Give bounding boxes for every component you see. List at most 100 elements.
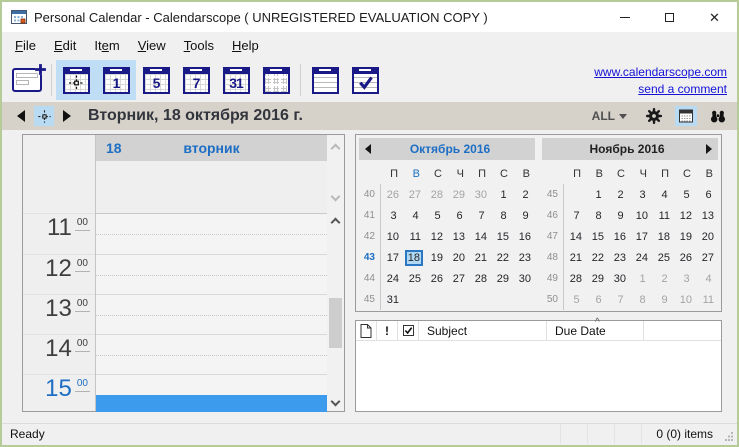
day-cell[interactable]: 29 <box>491 268 513 289</box>
day-view-button[interactable]: 1 <box>96 60 136 100</box>
year-view-button[interactable] <box>256 60 296 100</box>
day-cell[interactable]: 11 <box>652 205 674 226</box>
task-col-due-date[interactable]: ^ Due Date <box>547 321 644 340</box>
day-cell[interactable]: 26 <box>674 247 696 268</box>
next-day-button[interactable] <box>56 106 78 126</box>
day-cell[interactable]: 16 <box>513 226 535 247</box>
day-cell[interactable]: 3 <box>630 184 652 205</box>
day-cell[interactable]: 21 <box>564 247 586 268</box>
day-cell[interactable]: 28 <box>425 184 447 205</box>
scroll-up-icon[interactable] <box>331 218 341 228</box>
day-cell[interactable]: 31 <box>381 289 403 310</box>
day-cell[interactable]: 13 <box>447 226 469 247</box>
menu-view[interactable]: View <box>129 35 175 56</box>
week-view-button[interactable]: 7 <box>176 60 216 100</box>
day-cell[interactable]: 28 <box>469 268 491 289</box>
day-cell[interactable]: 24 <box>630 247 652 268</box>
options-button[interactable] <box>643 106 665 126</box>
day-view-scrollbar[interactable] <box>327 135 344 411</box>
day-cell[interactable]: 9 <box>608 205 630 226</box>
day-cell[interactable]: 5 <box>674 184 696 205</box>
day-cell[interactable]: 19 <box>674 226 696 247</box>
day-cell[interactable]: 4 <box>403 205 425 226</box>
day-cell[interactable]: 18 <box>403 247 425 268</box>
day-cell[interactable]: 15 <box>491 226 513 247</box>
day-cell[interactable]: 5 <box>425 205 447 226</box>
day-cell[interactable]: 30 <box>608 268 630 289</box>
day-cell[interactable]: 1 <box>630 268 652 289</box>
day-cell[interactable]: 16 <box>608 226 630 247</box>
day-cell[interactable]: 22 <box>491 247 513 268</box>
task-col-type[interactable] <box>356 321 377 340</box>
task-col-subject[interactable]: Subject <box>419 321 547 340</box>
menu-tools[interactable]: Tools <box>175 35 223 56</box>
time-row-12[interactable] <box>96 254 327 294</box>
day-cell[interactable]: 10 <box>630 205 652 226</box>
day-cell[interactable]: 9 <box>652 289 674 310</box>
day-cell[interactable]: 23 <box>513 247 535 268</box>
day-cell[interactable]: 12 <box>425 226 447 247</box>
menu-edit[interactable]: Edit <box>45 35 85 56</box>
day-cell[interactable]: 4 <box>652 184 674 205</box>
day-cell[interactable]: 26 <box>381 184 403 205</box>
day-cell[interactable]: 8 <box>586 205 608 226</box>
day-cell[interactable]: 24 <box>381 268 403 289</box>
day-cell[interactable]: 27 <box>696 247 718 268</box>
task-col-complete[interactable] <box>398 321 419 340</box>
day-cell[interactable]: 11 <box>696 289 718 310</box>
day-cell[interactable]: 1 <box>586 184 608 205</box>
day-cell[interactable]: 25 <box>652 247 674 268</box>
day-cell[interactable]: 7 <box>564 205 586 226</box>
day-cell[interactable]: 7 <box>608 289 630 310</box>
time-row-15[interactable] <box>96 374 327 414</box>
list-view-button[interactable] <box>305 60 345 100</box>
day-cell[interactable]: 14 <box>564 226 586 247</box>
day-cell[interactable]: 17 <box>381 247 403 268</box>
day-cell[interactable]: 10 <box>381 226 403 247</box>
scroll-up-icon[interactable] <box>331 144 341 154</box>
scroll-down-icon[interactable] <box>331 397 341 407</box>
day-cell[interactable]: 9 <box>513 205 535 226</box>
task-col-priority[interactable]: ! <box>377 321 398 340</box>
mini-calendar-toggle-button[interactable] <box>675 106 697 126</box>
calendar-filter-dropdown[interactable]: ALL <box>592 109 627 123</box>
day-cell[interactable]: 3 <box>381 205 403 226</box>
day-cell[interactable]: 29 <box>447 184 469 205</box>
day-cell[interactable]: 12 <box>674 205 696 226</box>
maximize-button[interactable] <box>647 2 692 32</box>
day-cell[interactable]: 20 <box>696 226 718 247</box>
day-cell[interactable]: 15 <box>586 226 608 247</box>
close-button[interactable]: ✕ <box>692 2 737 32</box>
scrollbar-thumb[interactable] <box>329 298 342 348</box>
work-week-view-button[interactable]: 5 <box>136 60 176 100</box>
all-day-events-area[interactable] <box>95 161 327 213</box>
send-comment-link[interactable]: send a comment <box>638 82 727 96</box>
day-cell[interactable]: 5 <box>564 289 586 310</box>
day-cell[interactable]: 6 <box>586 289 608 310</box>
time-row-14[interactable] <box>96 334 327 374</box>
next-month-icon[interactable] <box>706 144 712 154</box>
selected-time-slot[interactable] <box>96 395 327 412</box>
menu-item[interactable]: Item <box>85 35 128 56</box>
day-cell[interactable]: 25 <box>403 268 425 289</box>
day-cell[interactable]: 22 <box>586 247 608 268</box>
tasks-view-button[interactable] <box>345 60 385 100</box>
day-cell[interactable]: 27 <box>403 184 425 205</box>
scroll-down-icon[interactable] <box>331 192 341 202</box>
day-cell[interactable]: 18 <box>652 226 674 247</box>
month-view-button[interactable]: 31 <box>216 60 256 100</box>
go-to-today-button[interactable] <box>34 106 54 126</box>
website-link[interactable]: www.calendarscope.com <box>594 65 727 79</box>
day-cell[interactable]: 8 <box>491 205 513 226</box>
day-cell[interactable]: 27 <box>447 268 469 289</box>
new-item-button[interactable] <box>7 60 47 100</box>
menu-help[interactable]: Help <box>223 35 268 56</box>
time-row-13[interactable] <box>96 294 327 334</box>
menu-file[interactable]: File <box>6 35 45 56</box>
day-cell[interactable]: 17 <box>630 226 652 247</box>
day-cell[interactable]: 23 <box>608 247 630 268</box>
day-cell[interactable]: 13 <box>696 205 718 226</box>
day-cell[interactable]: 7 <box>469 205 491 226</box>
day-cell[interactable]: 26 <box>425 268 447 289</box>
day-cell[interactable]: 19 <box>425 247 447 268</box>
